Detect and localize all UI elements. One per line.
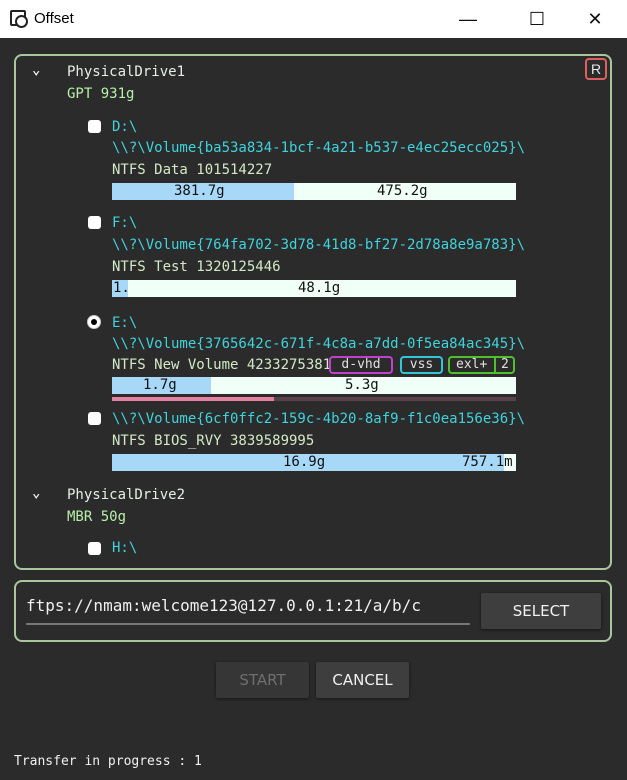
start-button[interactable]: START (216, 662, 309, 698)
free-label: 475.2g (377, 183, 428, 199)
volume-letter: E:\ (112, 315, 138, 331)
tag-exl-count: 2 (494, 356, 509, 374)
usage-bar: 1.7g 5.3g (112, 377, 516, 394)
minimize-button[interactable]: — (445, 0, 491, 38)
volume-guid: \\?\Volume{764fa702-3d78-41d8-bf27-2d78a… (112, 237, 526, 253)
volume-info: NTFS BIOS_RVY 3839589995 (112, 433, 315, 449)
drive-name: PhysicalDrive1 (67, 64, 186, 80)
volume-letter: H:\ (112, 540, 138, 556)
cancel-button[interactable]: CANCEL (316, 662, 409, 698)
maximize-button[interactable]: ☐ (514, 0, 560, 38)
volume-guid: \\?\Volume{ba53a834-1bcf-4a21-b537-e4ec2… (112, 140, 526, 156)
drive-info: MBR 50g (67, 509, 127, 525)
refresh-button[interactable]: R (585, 58, 607, 80)
free-label: 757.1m (462, 454, 513, 470)
volume-radio-selected[interactable] (87, 315, 101, 329)
volume-info: NTFS New Volume 4233275381 (112, 357, 332, 373)
volume-letter: D:\ (112, 119, 138, 135)
used-label: 1.7g (143, 377, 177, 393)
free-label: 48.1g (298, 280, 341, 296)
app-gear-icon (10, 10, 28, 28)
volume-checkbox[interactable] (88, 412, 101, 425)
transfer-progress-fill (112, 397, 274, 401)
usage-bar: 16.9g 757.1m (112, 454, 516, 471)
chevron-down-icon[interactable]: ⌄ (32, 485, 44, 501)
used-label: 1. (113, 280, 130, 296)
select-button[interactable]: SELECT (481, 593, 601, 629)
volume-letter: F:\ (112, 215, 138, 231)
window-title: Offset (34, 10, 74, 27)
volume-checkbox[interactable] (88, 120, 101, 133)
volume-guid: \\?\Volume{3765642c-671f-4c8a-a7dd-0f5ea… (112, 336, 526, 352)
used-label: 16.9g (283, 454, 326, 470)
used-label: 381.7g (174, 183, 225, 199)
drive-info: GPT 931g (67, 86, 135, 102)
close-button[interactable]: ✕ (572, 0, 618, 38)
tag-exl-label: exl+ (456, 357, 488, 372)
volume-info: NTFS Data 101514227 (112, 162, 273, 178)
usage-bar: 381.7g 475.2g (112, 183, 516, 200)
chevron-down-icon[interactable]: ⌄ (32, 62, 44, 78)
volume-info: NTFS Test 1320125446 (112, 259, 281, 275)
volume-checkbox[interactable] (88, 542, 101, 555)
title-bar: Offset — ☐ ✕ (0, 0, 627, 38)
status-text: Transfer in progress : 1 (14, 754, 202, 769)
free-label: 5.3g (345, 377, 379, 393)
usage-bar: 1. 48.1g (112, 280, 516, 297)
drive-name: PhysicalDrive2 (67, 487, 186, 503)
volume-checkbox[interactable] (88, 216, 101, 229)
volume-guid: \\?\Volume{6cf0ffc2-159c-4b20-8af9-f1c0e… (112, 411, 526, 427)
transfer-progress-bar (112, 397, 516, 401)
tag-vss: vss (400, 356, 443, 374)
destination-input[interactable]: ftps://nmam:welcome123@127.0.0.1:21/a/b/… (26, 596, 470, 625)
tag-d-vhd: d-vhd (329, 356, 393, 374)
tag-exl: exl+ 2 (448, 356, 515, 374)
